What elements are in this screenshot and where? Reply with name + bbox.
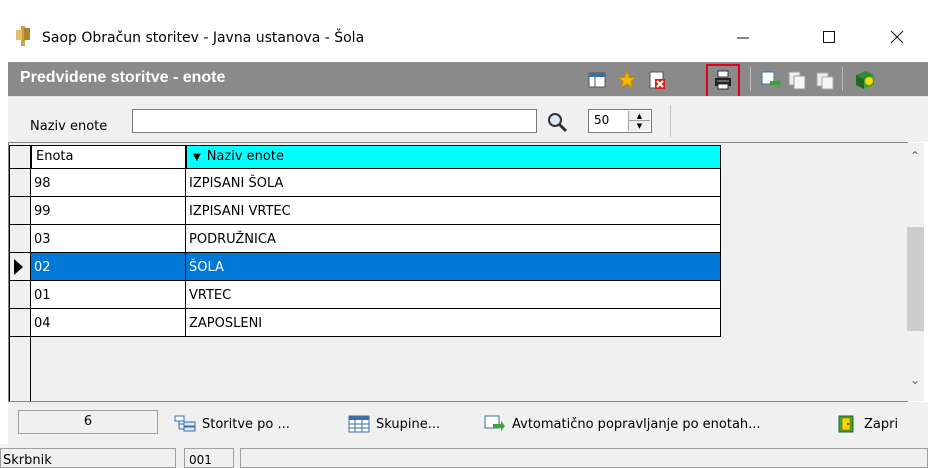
row-indicator — [9, 169, 31, 197]
export-icon[interactable] — [760, 69, 782, 91]
row-indicator-header — [9, 145, 31, 169]
tree-list-icon — [174, 415, 196, 432]
favorite-star-icon[interactable] — [616, 69, 638, 91]
toolbar-separator — [750, 67, 751, 91]
table-grid-icon — [348, 415, 370, 433]
grid-body: Enota ▼ Naziv enote 98 IZPISANI ŠOLA 99 I… — [9, 143, 721, 401]
cell-naziv[interactable]: IZPISANI VRTEC — [186, 197, 721, 225]
record-count: 6 — [18, 410, 158, 434]
storitve-po-label: Storitve po ... — [202, 416, 290, 432]
filter-bar: Naziv enote 50 ▲ ▼ — [8, 96, 928, 142]
bottom-toolbar: 6 Storitve po ... Skupine... Avtomatično… — [8, 402, 928, 444]
naziv-enote-label: Naziv enote — [30, 119, 108, 134]
table-row-selected[interactable]: 02 ŠOLA — [9, 253, 721, 281]
cell-enota[interactable]: 02 — [31, 253, 186, 281]
divider — [670, 105, 671, 137]
table-row[interactable]: 04 ZAPOSLENI — [9, 309, 721, 337]
auto-correct-icon — [484, 415, 505, 431]
avtomaticno-popravljanje-button[interactable]: Avtomatično popravljanje po enotah... — [484, 414, 761, 434]
limit-stepper[interactable]: 50 ▲ ▼ — [588, 109, 652, 133]
header-banner: Predvidene storitve - enote — [8, 62, 928, 96]
zapri-label: Zapri — [864, 416, 899, 432]
window-title: Saop Obračun storitev - Javna ustanova -… — [42, 30, 365, 46]
title-bar: Saop Obračun storitev - Javna ustanova -… — [0, 0, 928, 62]
row-indicator — [9, 253, 31, 281]
scroll-up-icon[interactable]: ⌃ — [906, 149, 924, 167]
cell-naziv[interactable]: VRTEC — [186, 281, 721, 309]
stepper-up-icon[interactable]: ▲ — [629, 111, 650, 121]
cell-enota[interactable]: 04 — [31, 309, 186, 337]
status-message — [240, 448, 928, 468]
cell-naziv[interactable]: IZPISANI ŠOLA — [186, 169, 721, 197]
cell-naziv[interactable]: ŠOLA — [186, 253, 721, 281]
table-row[interactable]: 01 VRTEC — [9, 281, 721, 309]
cell-enota[interactable]: 01 — [31, 281, 186, 309]
scroll-down-icon[interactable]: ⌄ — [906, 373, 924, 391]
help-book-icon[interactable] — [854, 69, 876, 91]
paste-icon[interactable] — [814, 69, 836, 91]
delete-document-icon[interactable] — [646, 69, 668, 91]
cell-enota[interactable]: 99 — [31, 197, 186, 225]
maximize-icon — [823, 31, 835, 43]
status-user: Skrbnik — [0, 448, 176, 468]
vertical-scrollbar[interactable]: ⌃ ⌄ — [906, 143, 924, 401]
naziv-enote-input[interactable] — [132, 109, 537, 133]
stepper-down-icon[interactable]: ▼ — [629, 121, 650, 131]
row-indicator — [9, 225, 31, 253]
storitve-po-button[interactable]: Storitve po ... — [174, 414, 290, 434]
close-icon — [890, 30, 904, 44]
maximize-button[interactable] — [806, 22, 852, 52]
cell-enota[interactable]: 03 — [31, 225, 186, 253]
current-row-pointer-icon — [14, 259, 23, 275]
print-highlight — [706, 64, 740, 98]
scroll-thumb[interactable] — [907, 227, 924, 331]
row-indicator — [9, 197, 31, 225]
table-row[interactable]: 03 PODRUŽNICA — [9, 225, 721, 253]
close-button[interactable] — [874, 22, 920, 52]
table-row[interactable]: 99 IZPISANI VRTEC — [9, 197, 721, 225]
stepper-arrows: ▲ ▼ — [628, 111, 650, 131]
avtomaticno-label: Avtomatično popravljanje po enotah... — [512, 416, 761, 432]
limit-value: 50 — [594, 113, 610, 127]
search-icon[interactable] — [546, 111, 568, 133]
row-indicator-filler — [9, 337, 31, 401]
page-title: Predvidene storitve - enote — [20, 69, 226, 86]
status-bar: Skrbnik 001 — [0, 444, 928, 468]
skupine-label: Skupine... — [376, 416, 441, 432]
column-header-naziv-enote[interactable]: ▼ Naziv enote — [186, 145, 721, 169]
column-header-enota[interactable]: Enota — [31, 145, 186, 169]
zapri-button[interactable]: Zapri — [836, 414, 898, 434]
row-indicator — [9, 309, 31, 337]
copy-icon[interactable] — [786, 69, 808, 91]
sort-arrow-icon: ▼ — [193, 152, 201, 163]
data-grid: Enota ▼ Naziv enote 98 IZPISANI ŠOLA 99 I… — [8, 142, 924, 402]
row-indicator — [9, 281, 31, 309]
minimize-button[interactable] — [720, 22, 766, 52]
cell-naziv[interactable]: ZAPOSLENI — [186, 309, 721, 337]
table-row[interactable]: 98 IZPISANI ŠOLA — [9, 169, 721, 197]
columns-icon[interactable] — [586, 69, 608, 91]
column-header-naziv-label: Naziv enote — [206, 149, 284, 164]
app-logo-icon — [16, 26, 30, 46]
exit-door-icon — [838, 415, 854, 433]
cell-enota[interactable]: 98 — [31, 169, 186, 197]
skupine-button[interactable]: Skupine... — [348, 414, 440, 434]
cell-naziv[interactable]: PODRUŽNICA — [186, 225, 721, 253]
minimize-icon — [737, 37, 749, 39]
status-code: 001 — [184, 448, 234, 468]
toolbar-separator — [842, 67, 843, 91]
